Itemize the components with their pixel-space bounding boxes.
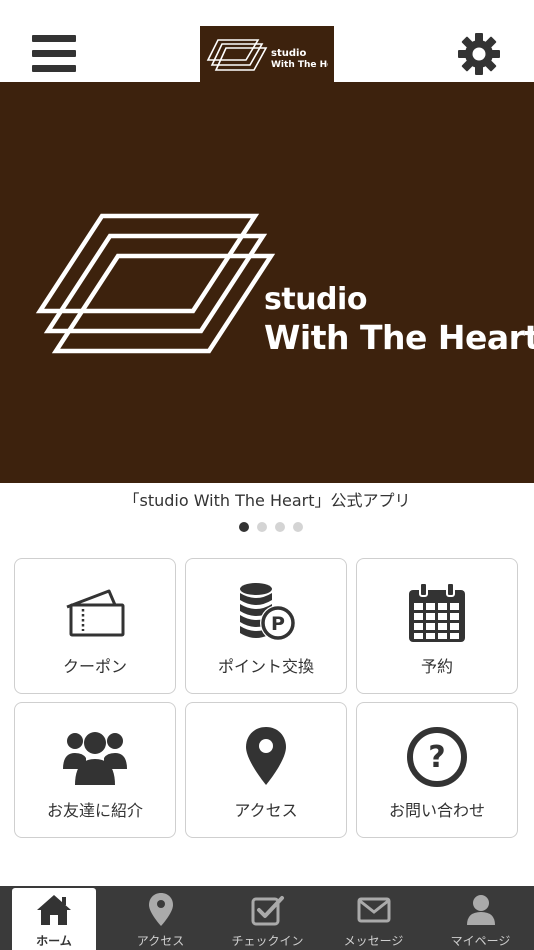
carousel-dot[interactable]: [257, 522, 267, 532]
refer-friend-tile[interactable]: お友達に紹介: [14, 702, 176, 838]
carousel-dot[interactable]: [239, 522, 249, 532]
point-exchange-label: ポイント交換: [217, 657, 314, 676]
gear-icon[interactable]: [457, 32, 501, 76]
tab-checkin[interactable]: チェックイン: [214, 886, 321, 950]
app-header: studio With The Heart: [0, 0, 534, 82]
coupon-tile[interactable]: クーポン: [14, 558, 176, 694]
header-logo[interactable]: studio With The Heart: [200, 26, 334, 82]
hero-title-line2: With The Heart: [264, 318, 534, 357]
access-label: アクセス: [234, 801, 298, 820]
carousel-indicator: [0, 522, 534, 532]
group-icon: [15, 725, 175, 789]
bottom-tab-bar: ホーム アクセス チェックイン メッセージ マイページ: [0, 886, 534, 950]
inquiry-label: お問い合わせ: [388, 801, 485, 820]
calendar-icon: [357, 581, 517, 645]
home-icon: [12, 892, 96, 928]
tab-message[interactable]: メッセージ: [320, 886, 427, 950]
tab-checkin-label: チェックイン: [231, 934, 304, 948]
tab-home[interactable]: ホーム: [12, 888, 96, 950]
hero-title-line1: studio: [264, 282, 367, 317]
inquiry-tile[interactable]: ? お問い合わせ: [356, 702, 518, 838]
tab-access[interactable]: アクセス: [107, 886, 214, 950]
person-icon: [427, 892, 534, 928]
map-pin-icon: [107, 892, 214, 928]
tab-mypage-label: マイページ: [450, 934, 511, 948]
map-pin-icon: [186, 725, 346, 789]
hero-banner[interactable]: studio With The Heart: [0, 82, 534, 483]
header-logo-line2: With The Heart: [271, 60, 328, 70]
checkbox-icon: [214, 892, 321, 928]
carousel-dot[interactable]: [293, 522, 303, 532]
tab-access-label: アクセス: [136, 934, 185, 948]
access-tile[interactable]: アクセス: [185, 702, 347, 838]
svg-text:?: ?: [428, 740, 445, 775]
coins-point-icon: P: [186, 581, 346, 645]
reservation-tile[interactable]: 予約: [356, 558, 518, 694]
tab-message-label: メッセージ: [343, 934, 404, 948]
refer-friend-label: お友達に紹介: [46, 801, 143, 820]
hamburger-menu-icon[interactable]: [32, 35, 76, 73]
coupon-label: クーポン: [62, 657, 127, 676]
tab-home-label: ホーム: [36, 934, 72, 948]
svg-text:P: P: [271, 613, 285, 635]
question-icon: ?: [357, 725, 517, 789]
carousel-dot[interactable]: [275, 522, 285, 532]
reservation-label: 予約: [420, 657, 453, 676]
envelope-icon: [320, 892, 427, 928]
ticket-icon: [15, 581, 175, 645]
header-logo-line1: studio: [271, 48, 306, 59]
hero-caption: 「studio With The Heart」公式アプリ: [123, 491, 411, 510]
point-exchange-tile[interactable]: P ポイント交換: [185, 558, 347, 694]
tab-mypage[interactable]: マイページ: [427, 886, 534, 950]
